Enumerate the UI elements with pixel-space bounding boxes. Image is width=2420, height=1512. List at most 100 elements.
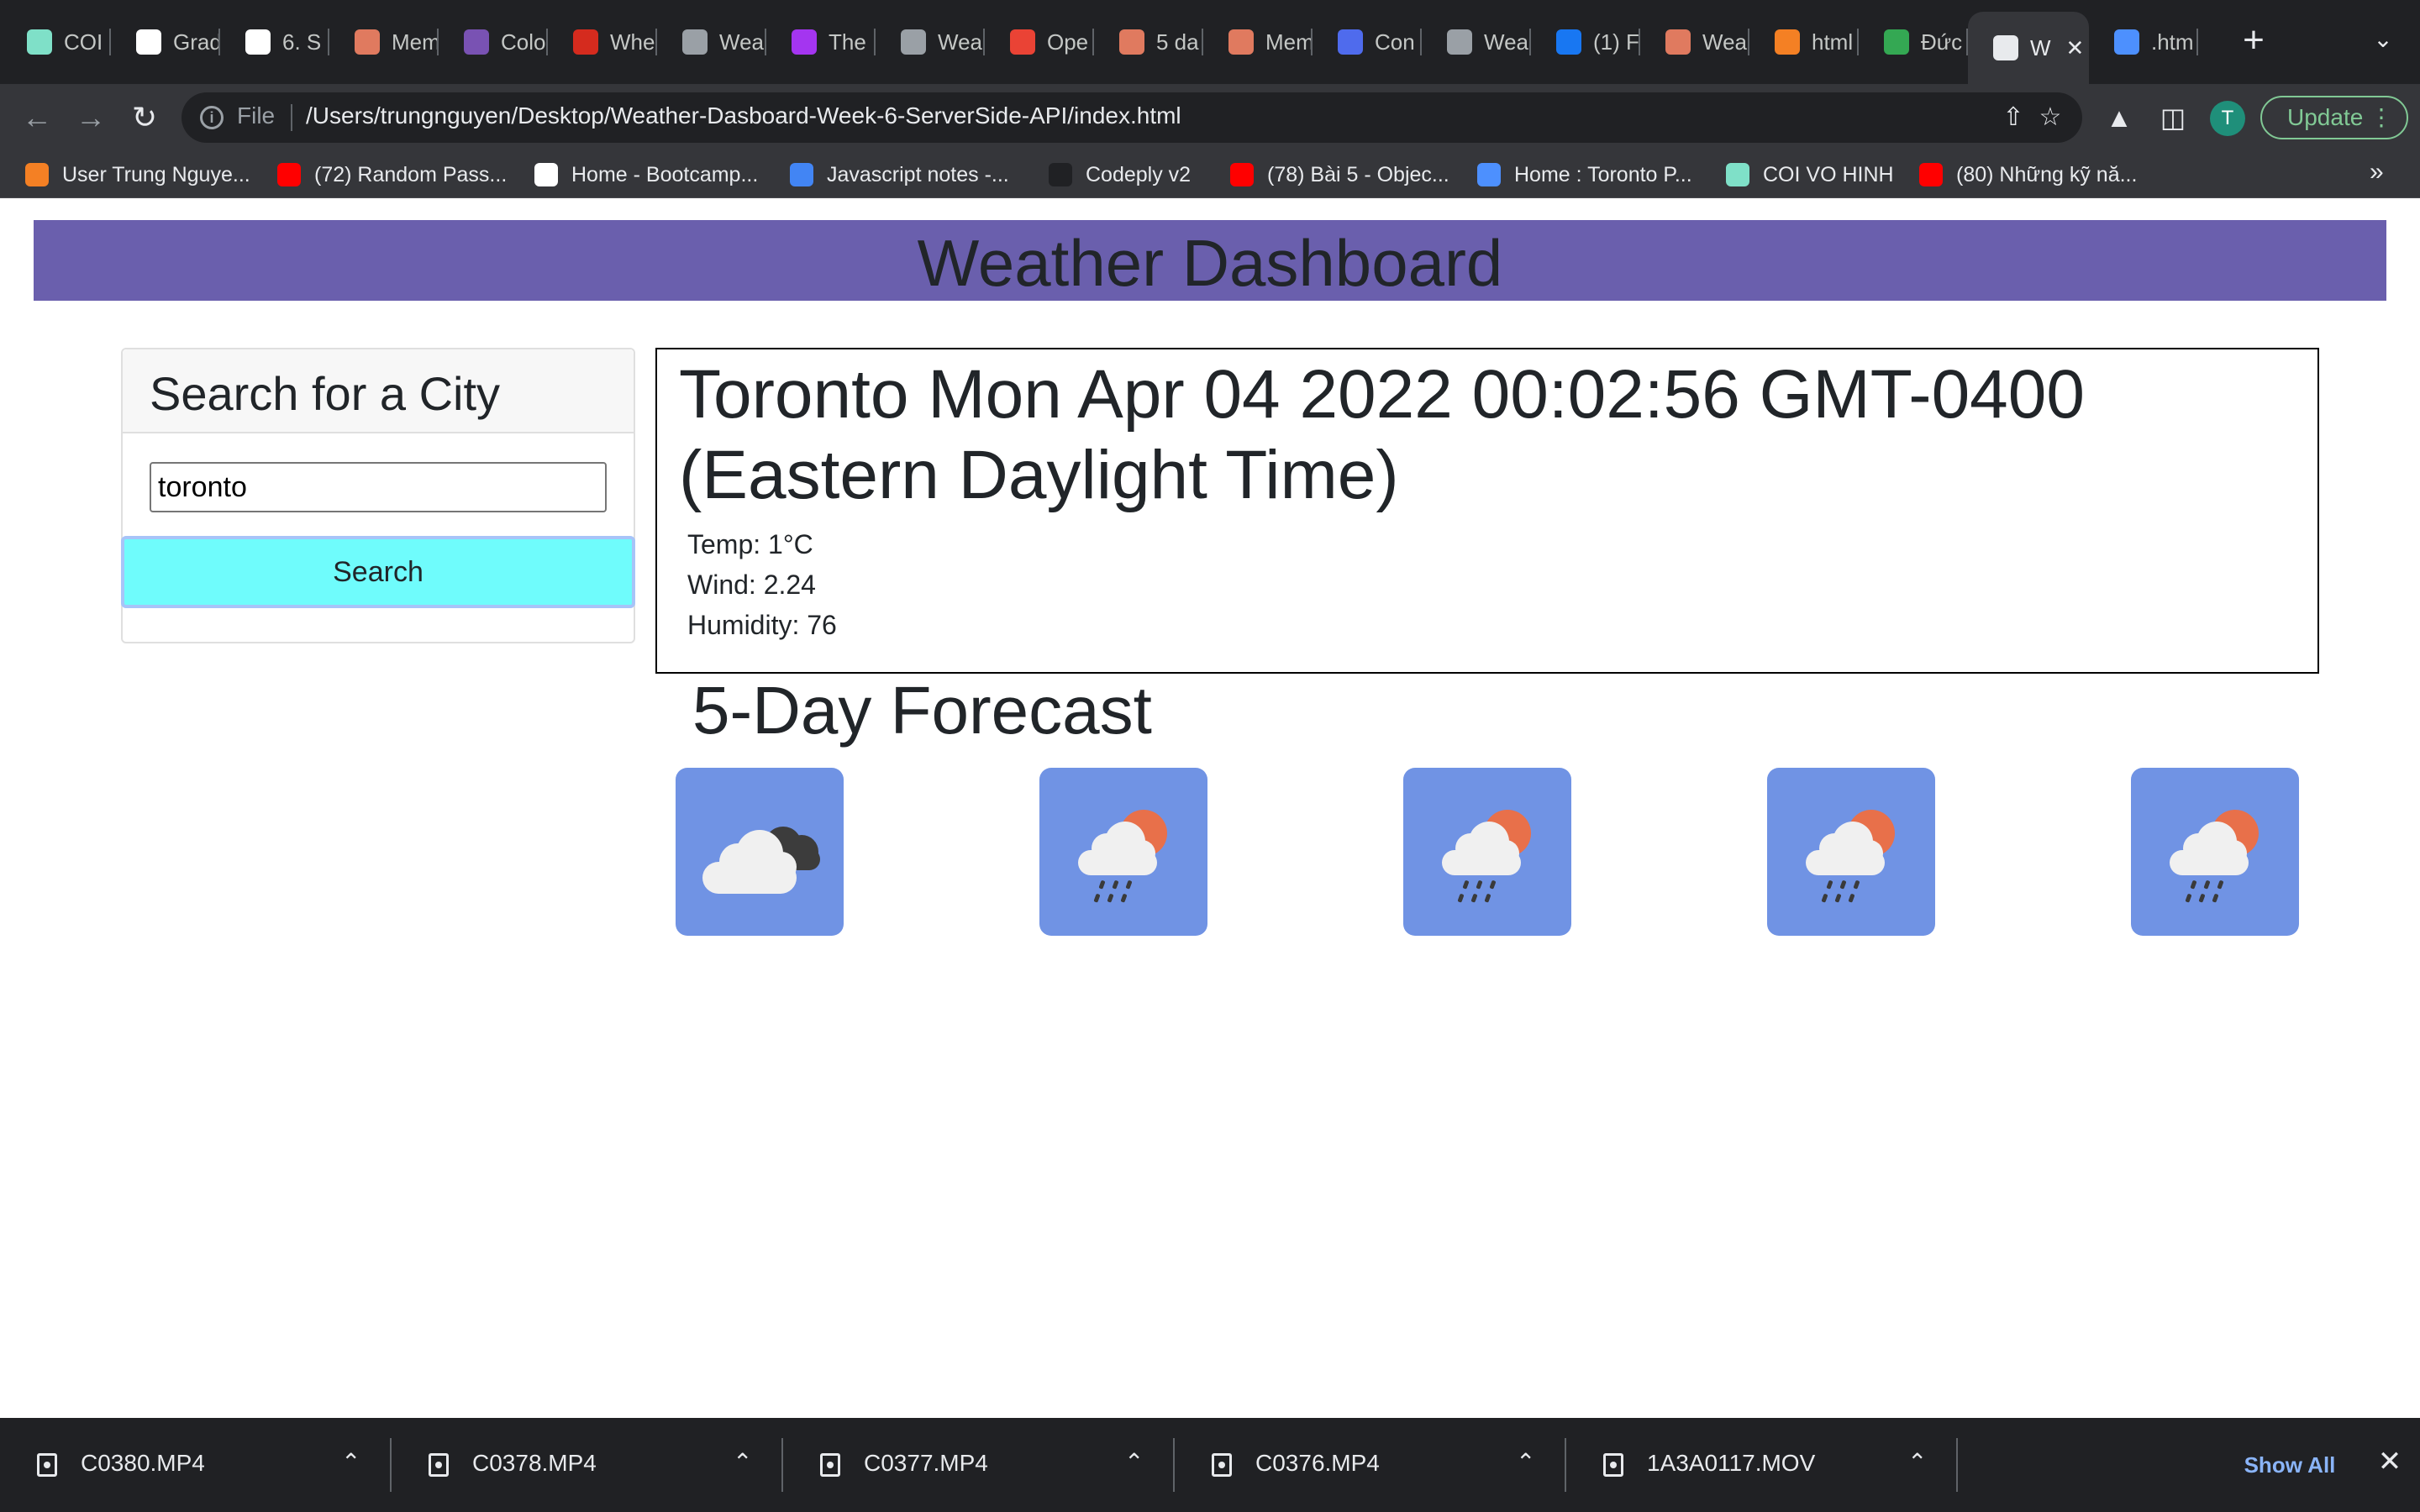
tab-label: Mem (392, 29, 439, 55)
download-item[interactable]: C0380.MP4 ⌃ (0, 1418, 392, 1512)
video-file-icon (37, 1453, 57, 1477)
browser-tab-12[interactable]: Mem (1203, 17, 1313, 67)
browser-tab-4[interactable]: Mem (329, 17, 439, 67)
browser-tab-7[interactable]: Wea (657, 17, 766, 67)
downloads-bar: Show All ✕ C0380.MP4 ⌃ C0378.MP4 ⌃ C0377.MP4… (0, 1418, 2420, 1512)
current-temp: Temp: 1°C (687, 529, 813, 559)
bookmark-item[interactable]: COI VO HINH (1726, 160, 1894, 190)
browser-toolbar: ← → ↻ i File /Users/trungnguyen/Desktop/… (0, 84, 2420, 151)
search-card: Search for a City Search (121, 348, 635, 643)
browser-tab-15[interactable]: (1) F (1531, 17, 1640, 67)
browser-tab-1[interactable]: COI (2, 17, 111, 67)
bookmark-item[interactable]: (80) Những kỹ nă... (1919, 160, 2137, 190)
chevron-up-icon[interactable]: ⌃ (1124, 1448, 1144, 1476)
tab-label: Wea (1702, 29, 1747, 55)
bookmark-label: Javascript notes -... (827, 162, 1009, 186)
youtube-icon (1230, 163, 1254, 186)
browser-tab-14[interactable]: Wea (1422, 17, 1531, 67)
current-humidity: Humidity: 76 (687, 610, 837, 640)
browser-tab-5[interactable]: Colo (439, 17, 548, 67)
tab-label: 6. S (282, 29, 322, 55)
download-item[interactable]: C0378.MP4 ⌃ (392, 1418, 783, 1512)
reload-button[interactable]: ↻ (126, 99, 163, 136)
bookmark-label: COI VO HINH (1763, 162, 1894, 186)
browser-tab-2[interactable]: Grad (111, 17, 220, 67)
bookmark-star-icon[interactable]: ☆ (2035, 102, 2065, 133)
tab-label: Grad (173, 29, 220, 55)
search-button[interactable]: Search (121, 536, 635, 608)
tab-label: Wea (938, 29, 982, 55)
youtube-icon (1919, 163, 1943, 186)
chevron-up-icon[interactable]: ⌃ (341, 1448, 360, 1476)
extensions-puzzle-icon[interactable]: ▲ (2101, 99, 2138, 136)
update-button[interactable]: Update ⋮ (2260, 96, 2408, 139)
more-bookmarks-chevron-icon[interactable]: » (2370, 158, 2384, 186)
bookmark-item[interactable]: Home : Toronto P... (1477, 160, 1692, 190)
url-text[interactable]: /Users/trungnguyen/Desktop/Weather-Dasbo… (306, 102, 1181, 129)
chevron-up-icon[interactable]: ⌃ (1516, 1448, 1535, 1476)
more-menu-icon[interactable]: ⋮ (2370, 97, 2393, 138)
tpl-logo-icon (1726, 163, 1749, 186)
browser-tab-10[interactable]: Ope (985, 17, 1094, 67)
stackoverflow-icon (25, 163, 49, 186)
bookmark-item[interactable]: Codeply v2 (1049, 160, 1191, 190)
gmail-icon (1010, 29, 1035, 55)
download-filename: C0377.MP4 (864, 1450, 988, 1476)
forecast-day-2-rain-sun-icon (1039, 768, 1207, 936)
show-all-downloads-button[interactable]: Show All (2225, 1440, 2354, 1490)
forecast-heading: 5-Day Forecast (692, 673, 1152, 748)
address-bar[interactable]: i File /Users/trungnguyen/Desktop/Weathe… (182, 92, 2082, 143)
forward-button[interactable]: → (72, 99, 109, 136)
update-label: Update (2287, 104, 2364, 130)
download-filename: C0380.MP4 (81, 1450, 205, 1476)
tab-label: Đức (1921, 29, 1963, 55)
tab-label: Wea (719, 29, 764, 55)
download-item[interactable]: 1A3A0117.MOV ⌃ (1566, 1418, 1958, 1512)
bookmark-label: (80) Những kỹ nă... (1956, 162, 2138, 186)
browser-tab-6[interactable]: Whe (548, 17, 657, 67)
close-downloads-icon[interactable]: ✕ (2373, 1445, 2407, 1478)
browser-tab-13[interactable]: Con (1313, 17, 1422, 67)
browser-tab-17[interactable]: html (1749, 17, 1859, 67)
bookmark-item[interactable]: Javascript notes -... (790, 160, 1009, 190)
browser-tab-20[interactable]: .htm (2089, 17, 2198, 67)
bookmark-item[interactable]: Home - Bootcamp... (534, 160, 758, 190)
search-card-header: Search for a City (123, 349, 634, 433)
browser-tab-3[interactable]: 6. S (220, 17, 329, 67)
share-icon[interactable]: ⇧ (1998, 102, 2028, 133)
back-button[interactable]: ← (18, 99, 55, 136)
bookmark-item[interactable]: User Trung Nguye... (25, 160, 250, 190)
browser-tab-18[interactable]: Đức (1859, 17, 1968, 67)
city-search-input[interactable] (150, 462, 607, 512)
browser-tab-8[interactable]: The (766, 17, 876, 67)
chevron-up-icon[interactable]: ⌃ (1907, 1448, 1927, 1476)
tab-label: Wea (1484, 29, 1528, 55)
tab-label: Colo (501, 29, 546, 55)
browser-tab-16[interactable]: Wea (1640, 17, 1749, 67)
profile-avatar[interactable]: T (2210, 101, 2245, 136)
globe-icon (682, 29, 708, 55)
tpl-icon (1477, 163, 1501, 186)
bookmark-item[interactable]: (72) Random Pass... (277, 160, 507, 190)
site-info-icon[interactable]: i (200, 106, 224, 129)
page-header: Weather Dashboard (34, 220, 2386, 301)
new-tab-button[interactable]: + (2233, 22, 2274, 62)
side-panel-icon[interactable]: ◫ (2154, 99, 2191, 136)
close-tab-icon[interactable]: ✕ (2066, 35, 2085, 61)
tab-search-chevron-icon[interactable]: ⌄ (2366, 25, 2400, 59)
tab-label: Con (1375, 29, 1415, 55)
bookmark-label: Home : Toronto P... (1514, 162, 1692, 186)
browser-tab-11[interactable]: 5 da (1094, 17, 1203, 67)
bookmark-item[interactable]: (78) Bài 5 - Objec... (1230, 160, 1449, 190)
download-item[interactable]: C0376.MP4 ⌃ (1175, 1418, 1566, 1512)
download-item[interactable]: C0377.MP4 ⌃ (783, 1418, 1175, 1512)
chevron-up-icon[interactable]: ⌃ (733, 1448, 752, 1476)
globe-icon (1447, 29, 1472, 55)
url-scheme-label: File (237, 102, 276, 129)
download-filename: 1A3A0117.MOV (1647, 1450, 1816, 1476)
bookmark-label: (72) Random Pass... (314, 162, 508, 186)
browser-tab-19[interactable]: W ✕ (1968, 12, 2089, 84)
tab-label: COI (64, 29, 103, 55)
tab-label: W (2030, 34, 2051, 60)
browser-tab-9[interactable]: Wea (876, 17, 985, 67)
